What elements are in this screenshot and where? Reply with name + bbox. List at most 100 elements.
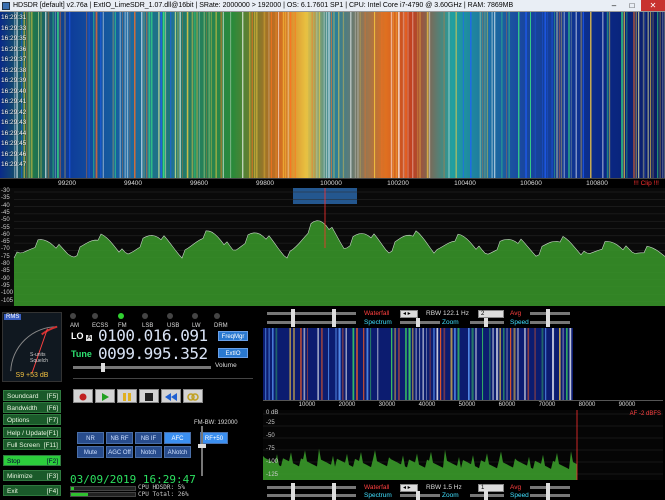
rbw-label: RBW 122.1 Hz [426,310,469,317]
rf-spectrum[interactable] [0,188,665,306]
mode-fm[interactable]: FM [118,313,127,329]
af-db-label: -75 [266,446,275,452]
dsp-nb-rf-button[interactable]: NB RF [106,432,133,444]
shortcut-key: [F5] [46,393,58,400]
dsp-nb-if-button[interactable]: NB IF [135,432,162,444]
stop-button[interactable] [139,389,159,403]
waterfall-brightness-slider[interactable] [316,309,356,318]
spectrum-db-label: -85 [1,268,10,275]
mode-usb[interactable]: USB [167,313,179,329]
rf-waterfall[interactable] [0,12,665,178]
extio-button[interactable]: ExtIO [218,348,248,358]
squelch-label: Squelch [30,358,49,364]
speed-slider[interactable] [530,318,570,327]
rbw-dropdown[interactable]: 2 [478,310,504,318]
spectrum-db-label: -60 [1,231,10,238]
speed-slider[interactable] [530,491,570,500]
rf-gain-button[interactable]: RF+50 [200,432,228,444]
frequency-tick: 99800 [255,180,275,187]
lo-frequency[interactable]: 0100.016.091 [98,326,208,345]
frequency-tick: 99600 [189,180,209,187]
waterfall-brightness-slider[interactable] [316,483,356,492]
avg-slider[interactable] [530,483,570,492]
tune-frequency[interactable]: 0099.995.352 [98,344,208,363]
waterfall-timestamp: 16:29:46 [1,150,27,158]
zoom-slider[interactable] [470,491,504,500]
window-title: HDSDR [default] v2.76a | ExtIO_LimeSDR_1… [13,2,514,9]
af-spectrum[interactable] [263,410,663,480]
spectrum-brightness-slider[interactable] [316,318,356,327]
soundcard-button[interactable]: Soundcard [F5] [3,390,61,401]
mode-drm[interactable]: DRM [214,313,228,329]
rewind-button[interactable] [161,389,181,403]
close-button[interactable]: ✕ [641,0,665,11]
zoom-left-slider[interactable] [400,491,440,500]
waterfall-timestamp: 16:29:31 [1,14,27,21]
waterfall-scroll-arrows[interactable]: ◂ ▸ [400,310,418,318]
shortcut-key: [F2] [46,458,58,465]
rms-badge[interactable]: RMS [4,314,22,320]
mode-ecss[interactable]: ECSS [92,313,108,329]
mode-lsb[interactable]: LSB [142,313,153,329]
button-label: Help / Update [7,430,47,437]
waterfall-timestamp: 16:29:42 [1,108,27,116]
minimize-button[interactable]: – [605,0,623,11]
zoom-left-slider[interactable] [400,318,440,327]
options-button[interactable]: Options [F7] [3,414,61,425]
s-meter-reading: S9 +53 dB [15,372,49,379]
spectrum-db-label: -45 [1,209,10,216]
button-label: Options [7,417,30,424]
af-waterfall[interactable] [263,328,663,400]
waterfall-timestamp: 16:29:33 [1,24,27,32]
frequency-tick: 99400 [123,180,143,187]
waterfall-timestamp: 16:29:47 [1,161,27,168]
spectrum-db-label: -95 [1,282,10,289]
loop-button[interactable] [183,389,203,403]
frequency-tick: 100600 [520,180,542,187]
button-label: Stop [7,458,21,465]
mode-am[interactable]: AM [70,313,79,329]
shortcut-key: [F7] [46,417,58,424]
record-button[interactable] [73,389,93,403]
pause-button[interactable] [117,389,137,403]
lo-lock-button[interactable]: A [86,335,93,341]
speed-label: Speed [510,319,529,326]
zoom-slider[interactable] [470,318,504,327]
spectrum-label: Spectrum [364,492,392,499]
stop-button[interactable]: Stop [F2] [3,455,61,466]
avg-slider[interactable] [530,309,570,318]
volume-label: Volume [215,362,237,369]
volume-slider[interactable] [73,363,211,372]
dsp-nr-button[interactable]: NR [77,432,104,444]
freqmgr-button[interactable]: FreqMgr [218,331,248,341]
waterfall-timestamp: 16:29:44 [1,129,27,137]
dsp-notch-button[interactable]: Notch [135,446,162,458]
mode-lw[interactable]: LW [192,313,201,329]
play-button[interactable] [95,389,115,403]
dsp-afc-button[interactable]: AFC [164,432,191,444]
rbw-dropdown[interactable]: 1 [478,484,504,492]
full-screen-button[interactable]: Full Screen [F11] [3,439,61,450]
dsp-agc-off-button[interactable]: AGC Off [106,446,133,458]
spectrum-db-label: -70 [1,246,10,253]
af-top-label: 0 dB [266,410,279,416]
fm-bw-slider[interactable] [198,426,206,476]
spectrum-brightness-slider[interactable] [316,491,356,500]
spectrum-db-label: -55 [1,224,10,231]
spectrum-db-label: -35 [1,195,10,202]
maximize-button[interactable]: □ [623,0,641,11]
spectrum-db-label: -50 [1,217,10,224]
cpu-total-text: CPU Total: 26% [138,491,189,498]
dsp-anotch-button[interactable]: ANotch [164,446,191,458]
spectrum-db-label: -40 [1,202,10,209]
exit-button[interactable]: Exit [F4] [3,485,61,496]
button-label: Bandwidth [7,405,38,412]
bandwidth-button[interactable]: Bandwidth [F6] [3,402,61,413]
cpu-hdsdr-text: CPU HDSDR: 5% [138,484,185,491]
help-update-button[interactable]: Help / Update [F1] [3,427,61,438]
zoom-label: Zoom [442,319,459,326]
dsp-mute-button[interactable]: Mute [77,446,104,458]
shortcut-key: [F11] [43,442,58,449]
minimize-button[interactable]: Minimize [F3] [3,470,61,481]
waterfall-timestamp: 16:29:37 [1,56,27,63]
